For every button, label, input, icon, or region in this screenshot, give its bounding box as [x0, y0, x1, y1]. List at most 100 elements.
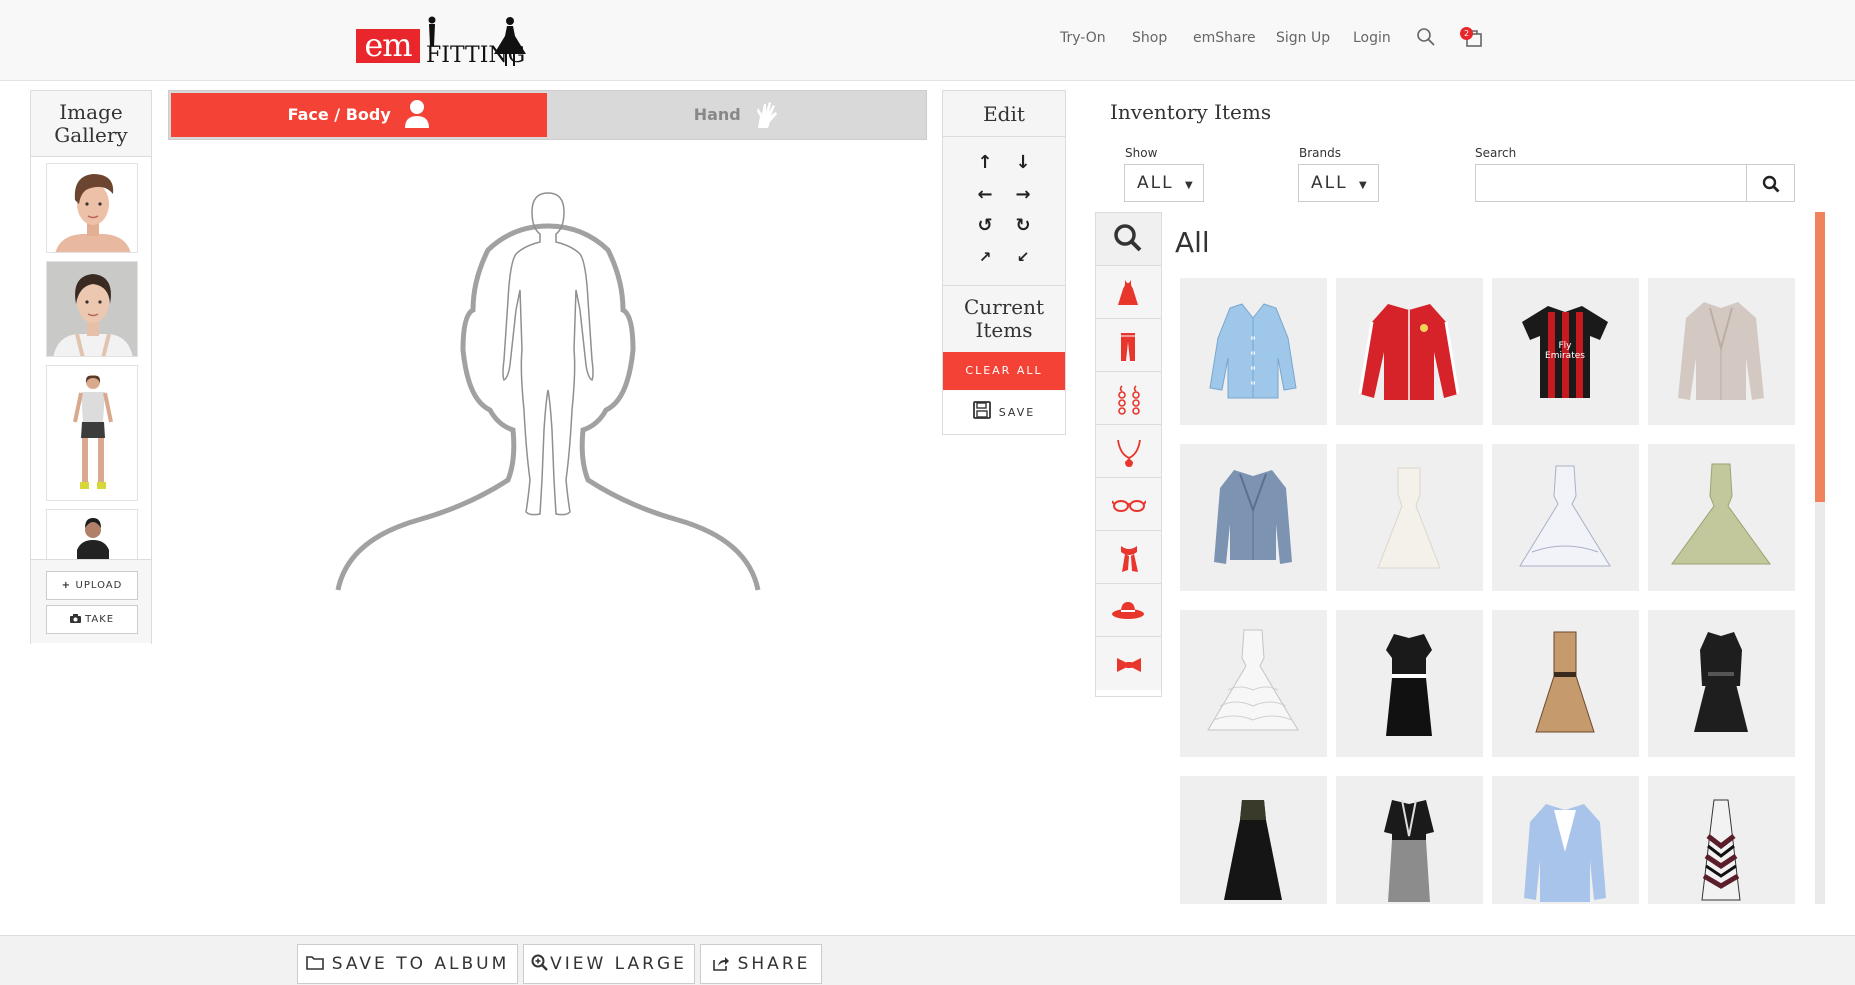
gallery-thumb-face-2[interactable]	[46, 261, 138, 357]
folder-icon	[305, 956, 324, 970]
cart-count-badge: 2	[1460, 27, 1473, 40]
inventory-item-white-gown[interactable]	[1336, 444, 1483, 591]
inventory-item-denim-jacket[interactable]	[1180, 444, 1327, 591]
category-necklaces[interactable]	[1096, 425, 1161, 478]
plus-icon: +	[61, 580, 76, 591]
inventory-item-black-lace-dress[interactable]	[1648, 610, 1795, 757]
tryon-mode-tabs: Face / Body Hand	[168, 90, 927, 140]
inventory-grid: Fly Emirates	[1180, 278, 1795, 904]
share-button[interactable]: SHARE	[700, 944, 822, 984]
inventory-item-black-skirt-set[interactable]	[1336, 610, 1483, 757]
category-earrings[interactable]	[1096, 372, 1161, 425]
svg-text:Emirates: Emirates	[1545, 351, 1585, 361]
inventory-item-milan-jersey[interactable]: Fly Emirates	[1492, 278, 1639, 425]
inventory-item-blue-blouse[interactable]	[1180, 278, 1327, 425]
show-dropdown[interactable]: ALL ▼	[1124, 164, 1204, 202]
move-down-icon[interactable]: ↓	[1013, 153, 1033, 173]
inventory-item-red-track-jacket[interactable]	[1336, 278, 1483, 425]
caret-down-icon: ▼	[1184, 180, 1195, 191]
zoom-in-icon	[531, 954, 548, 971]
emfitting-logo[interactable]: em FITTING	[356, 12, 531, 68]
edit-title: Edit	[943, 91, 1065, 137]
category-glasses[interactable]	[1096, 478, 1161, 531]
earrings-icon	[1118, 385, 1140, 415]
logo-fitting-mark: FITTING	[426, 16, 526, 68]
category-hats[interactable]	[1096, 584, 1161, 637]
caret-down-icon: ▼	[1358, 180, 1369, 191]
dress-icon	[1118, 280, 1138, 305]
tryon-canvas[interactable]	[168, 150, 927, 600]
tab-face-body[interactable]: Face / Body	[171, 93, 547, 137]
gallery-thumb-body-1[interactable]	[46, 365, 138, 501]
inventory-item-light-blue-blazer[interactable]	[1492, 776, 1639, 904]
category-scarves[interactable]	[1096, 531, 1161, 584]
inventory-item-green-gown[interactable]	[1648, 444, 1795, 591]
hand-icon	[757, 102, 778, 128]
person-icon	[405, 100, 430, 128]
rotate-left-icon[interactable]: ↺	[975, 216, 995, 236]
category-all[interactable]	[1096, 213, 1161, 266]
logo-em: em	[356, 29, 420, 63]
search-icon[interactable]	[1416, 27, 1436, 47]
tab-hand[interactable]: Hand	[547, 93, 925, 137]
inventory-item-wedding-dress[interactable]	[1492, 444, 1639, 591]
category-heading: All	[1175, 226, 1210, 259]
camera-icon	[69, 614, 81, 623]
brands-label: Brands	[1299, 146, 1341, 160]
category-bowties[interactable]	[1096, 637, 1161, 690]
inventory-item-tweed-dress[interactable]	[1336, 776, 1483, 904]
pants-icon	[1121, 333, 1135, 361]
inventory-item-beige-blazer[interactable]	[1648, 278, 1795, 425]
nav-login[interactable]: Login	[1353, 30, 1391, 46]
brands-dropdown[interactable]: ALL ▼	[1298, 164, 1379, 202]
clear-all-button[interactable]: CLEAR ALL	[943, 352, 1065, 390]
edit-panel: Edit ↑ ↓ ← → ↺ ↻ ↗ ↙ Current Items CLEAR…	[942, 90, 1066, 435]
move-up-icon[interactable]: ↑	[975, 153, 995, 173]
body-outline-guide	[502, 192, 594, 516]
share-icon	[712, 957, 729, 971]
nav-sign-up[interactable]: Sign Up	[1276, 30, 1330, 46]
view-large-button[interactable]: VIEW LARGE	[523, 944, 695, 984]
inventory-item-black-shift-dress[interactable]	[1180, 776, 1327, 904]
category-dresses[interactable]	[1096, 266, 1161, 319]
move-left-icon[interactable]: ←	[975, 185, 995, 205]
inventory-item-tan-lace-dress[interactable]	[1492, 610, 1639, 757]
scarf-icon	[1121, 546, 1138, 572]
current-items-title: Current Items	[943, 285, 1065, 353]
search-icon	[1114, 224, 1142, 252]
face-outline-guide	[335, 223, 761, 591]
gallery-title: Image Gallery	[31, 91, 151, 157]
search-label: Search	[1475, 146, 1517, 160]
necklace-icon	[1117, 439, 1141, 467]
compress-icon[interactable]: ↙	[1013, 247, 1033, 267]
inventory-search-input[interactable]	[1475, 164, 1747, 202]
inventory-scrollbar[interactable]	[1815, 212, 1825, 904]
nav-try-on[interactable]: Try-On	[1060, 30, 1106, 46]
nav-emshare[interactable]: emShare	[1193, 30, 1256, 46]
inventory-search-button[interactable]	[1746, 164, 1795, 202]
move-right-icon[interactable]: →	[1013, 185, 1033, 205]
hat-icon	[1112, 602, 1144, 619]
upload-button[interactable]: + UPLOAD	[46, 571, 138, 600]
category-filter-column	[1095, 212, 1162, 697]
inventory-item-ruffle-ballgown[interactable]	[1180, 610, 1327, 757]
search-icon	[1762, 175, 1780, 193]
rotate-right-icon[interactable]: ↻	[1013, 216, 1033, 236]
save-to-album-button[interactable]: SAVE TO ALBUM	[297, 944, 518, 984]
inventory-scrollbar-thumb[interactable]	[1815, 212, 1825, 502]
image-gallery-panel: Image Gallery + UPLOAD TAKE	[30, 90, 152, 649]
gallery-thumb-face-1[interactable]	[46, 163, 138, 253]
bowtie-icon	[1117, 658, 1141, 672]
nav-shop[interactable]: Shop	[1132, 30, 1167, 46]
take-photo-button[interactable]: TAKE	[46, 605, 138, 634]
save-button[interactable]: SAVE	[943, 391, 1065, 434]
svg-text:Fly: Fly	[1558, 341, 1572, 351]
category-pants[interactable]	[1096, 319, 1161, 372]
inventory-item-chevron-dress[interactable]	[1648, 776, 1795, 904]
expand-icon[interactable]: ↗	[975, 247, 995, 267]
bottom-action-bar: SAVE TO ALBUM VIEW LARGE SHARE	[0, 935, 1855, 985]
show-label: Show	[1125, 146, 1158, 160]
glasses-icon	[1112, 500, 1146, 512]
floppy-disk-icon	[972, 401, 991, 419]
inventory-title: Inventory Items	[1110, 100, 1272, 124]
